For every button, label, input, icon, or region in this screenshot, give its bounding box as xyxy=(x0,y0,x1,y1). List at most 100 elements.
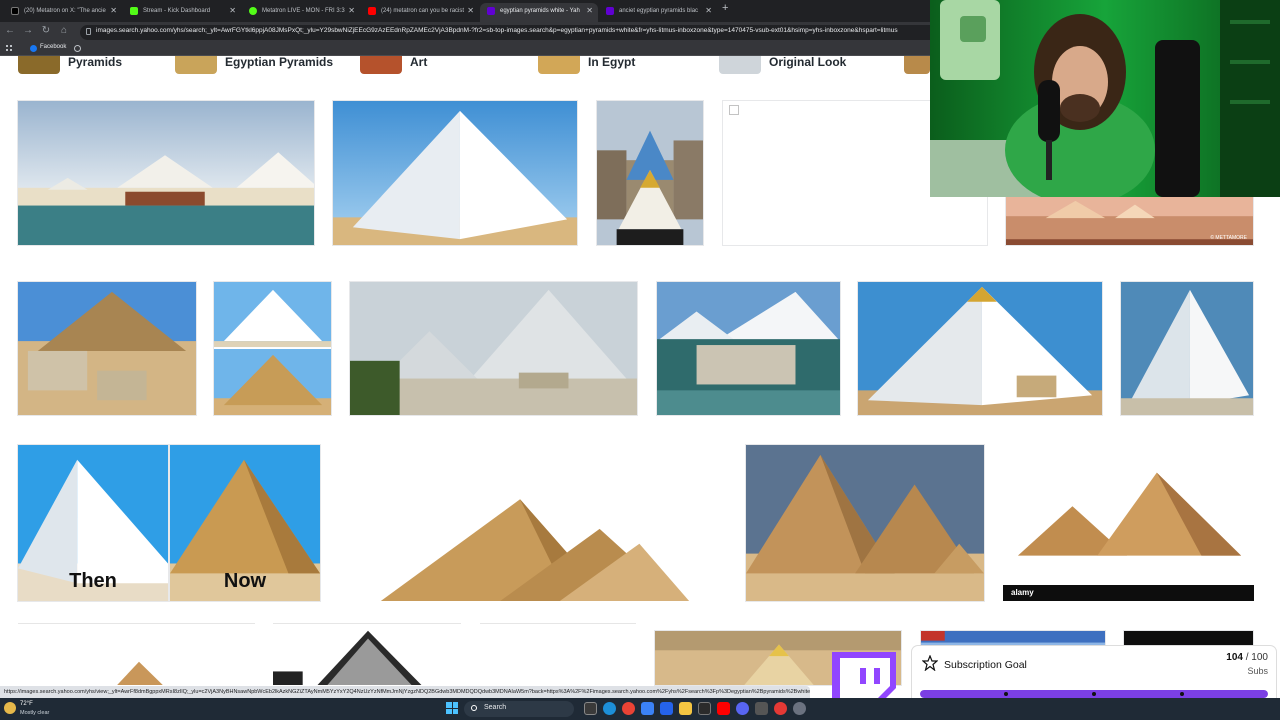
browser-tab-3[interactable]: (24) metatron can you be racist ✕ xyxy=(361,3,479,22)
result-image-18[interactable] xyxy=(479,622,637,686)
result-image-5[interactable]: © METTAMORE xyxy=(1005,196,1254,246)
category-thumbnail xyxy=(904,56,930,74)
result-image-7[interactable] xyxy=(213,281,332,416)
close-tab-icon[interactable]: ✕ xyxy=(348,3,355,19)
now-label: Now xyxy=(223,570,267,592)
result-image-3[interactable] xyxy=(596,100,704,246)
youtube-icon[interactable] xyxy=(717,702,730,715)
edge-icon[interactable] xyxy=(603,702,616,715)
obs-icon[interactable] xyxy=(793,702,806,715)
category-more[interactable] xyxy=(904,56,930,74)
category-label: In Egypt xyxy=(588,56,636,69)
browser-tab-1[interactable]: Stream - Kick Dashboard ✕ xyxy=(123,3,241,22)
broken-image-icon xyxy=(729,105,739,115)
category-egyptian-pyramids[interactable]: Egyptian Pyramids xyxy=(175,56,345,74)
goal-target: / 100 xyxy=(1245,652,1268,663)
goal-current: 104 xyxy=(1226,652,1243,663)
yahoo-icon xyxy=(606,7,614,15)
app-icon[interactable] xyxy=(660,702,673,715)
close-tab-icon[interactable]: ✕ xyxy=(467,3,474,19)
link-status-url: https://images.search.yahoo.com/yhs/view… xyxy=(0,686,811,698)
close-tab-icon[interactable]: ✕ xyxy=(229,3,236,19)
windows-taskbar: 72°F Mostly clear Search xyxy=(0,698,1280,720)
category-pyramids[interactable]: Pyramids xyxy=(18,56,158,74)
kick-icon xyxy=(130,7,138,15)
site-info-icon[interactable] xyxy=(86,28,91,35)
result-image-12-now[interactable]: Now xyxy=(169,444,321,602)
back-button[interactable]: ← xyxy=(4,25,16,36)
result-image-8[interactable] xyxy=(349,281,638,416)
browser-tab-5[interactable]: anciet egyptian pyramids blac ✕ xyxy=(599,3,717,22)
discord-icon[interactable] xyxy=(736,702,749,715)
app-icon[interactable] xyxy=(641,702,654,715)
category-label: Original Look xyxy=(769,56,847,69)
close-tab-icon[interactable]: ✕ xyxy=(110,3,117,19)
category-art[interactable]: Art xyxy=(360,56,480,74)
bookmark-facebook[interactable]: Facebook xyxy=(30,44,67,52)
globe-icon[interactable] xyxy=(74,45,81,52)
result-image-13[interactable] xyxy=(350,444,712,602)
weather-temp: 72°F xyxy=(20,701,33,707)
taskbar-search[interactable]: Search xyxy=(464,701,574,717)
browser-tab-4[interactable]: egyptian pyramids white - Yah ✕ xyxy=(480,3,598,22)
category-thumbnail xyxy=(538,56,580,74)
result-image-16[interactable] xyxy=(17,622,256,686)
home-button[interactable]: ⌂ xyxy=(58,25,70,36)
browser-tab-0[interactable]: (20) Metatron on X: "The ancie ✕ xyxy=(4,3,122,22)
app-icon[interactable] xyxy=(774,702,787,715)
category-label: Pyramids xyxy=(68,56,123,69)
forward-button[interactable]: → xyxy=(22,25,34,36)
tab-title: Stream - Kick Dashboard xyxy=(143,8,211,14)
result-image-15[interactable]: alamy xyxy=(1002,444,1255,602)
category-label: Egyptian Pyramids xyxy=(225,56,334,69)
facebook-icon xyxy=(30,45,37,52)
alamy-label: alamy xyxy=(1011,588,1034,597)
result-image-14[interactable] xyxy=(745,444,985,602)
weather-icon xyxy=(4,702,16,714)
file-explorer-icon[interactable] xyxy=(679,702,692,715)
windows-start-icon[interactable] xyxy=(446,702,458,714)
image-watermark: © METTAMORE xyxy=(1210,235,1247,241)
then-label: Then xyxy=(69,570,117,592)
app-icon[interactable] xyxy=(755,702,768,715)
category-thumbnail xyxy=(360,56,402,74)
goal-unit: Subs xyxy=(1247,666,1268,676)
result-image-10[interactable] xyxy=(857,281,1103,416)
goal-milestone-marker xyxy=(1092,692,1096,696)
result-image-9[interactable] xyxy=(656,281,841,416)
search-icon xyxy=(471,705,477,711)
goal-milestone-marker xyxy=(1004,692,1008,696)
close-tab-icon[interactable]: ✕ xyxy=(705,3,712,19)
yahoo-icon xyxy=(487,7,495,15)
browser-tab-2[interactable]: Metatron LIVE - MON - FRI 3:3 ✕ xyxy=(242,3,360,22)
chrome-icon[interactable] xyxy=(622,702,635,715)
address-bar-url: images.search.yahoo.com/yhs/search;_ylt=… xyxy=(96,27,898,34)
goal-title: Subscription Goal xyxy=(944,659,1027,671)
reload-button[interactable]: ↻ xyxy=(40,25,52,36)
bookmark-label: Facebook xyxy=(40,44,67,50)
close-tab-icon[interactable]: ✕ xyxy=(586,3,593,19)
result-image-11[interactable] xyxy=(1120,281,1254,416)
youtube-icon xyxy=(368,7,376,15)
result-image-1[interactable] xyxy=(17,100,315,246)
result-image-12-then[interactable]: Then xyxy=(17,444,169,602)
result-image-2[interactable] xyxy=(332,100,578,246)
play-icon xyxy=(249,7,257,15)
new-tab-button[interactable]: + xyxy=(722,2,728,14)
result-image-6[interactable] xyxy=(17,281,197,416)
result-image-17[interactable] xyxy=(272,622,462,686)
task-view-icon[interactable] xyxy=(584,702,597,715)
apps-grid-icon[interactable] xyxy=(6,45,13,52)
subscription-goal-widget: Subscription Goal 104 / 100 Subs xyxy=(912,646,1276,704)
goal-milestone-marker xyxy=(1180,692,1184,696)
app-icon[interactable] xyxy=(698,702,711,715)
category-in-egypt[interactable]: In Egypt xyxy=(538,56,678,74)
tab-title: (20) Metatron on X: "The ancie xyxy=(24,8,106,14)
taskbar-search-label: Search xyxy=(484,704,507,711)
webcam-overlay xyxy=(930,0,1280,197)
tab-title: egyptian pyramids white - Yah xyxy=(500,8,580,14)
star-icon xyxy=(922,655,938,671)
category-original-look[interactable]: Original Look xyxy=(719,56,899,74)
x-icon xyxy=(11,7,19,15)
tab-title: Metatron LIVE - MON - FRI 3:3 xyxy=(262,8,345,14)
